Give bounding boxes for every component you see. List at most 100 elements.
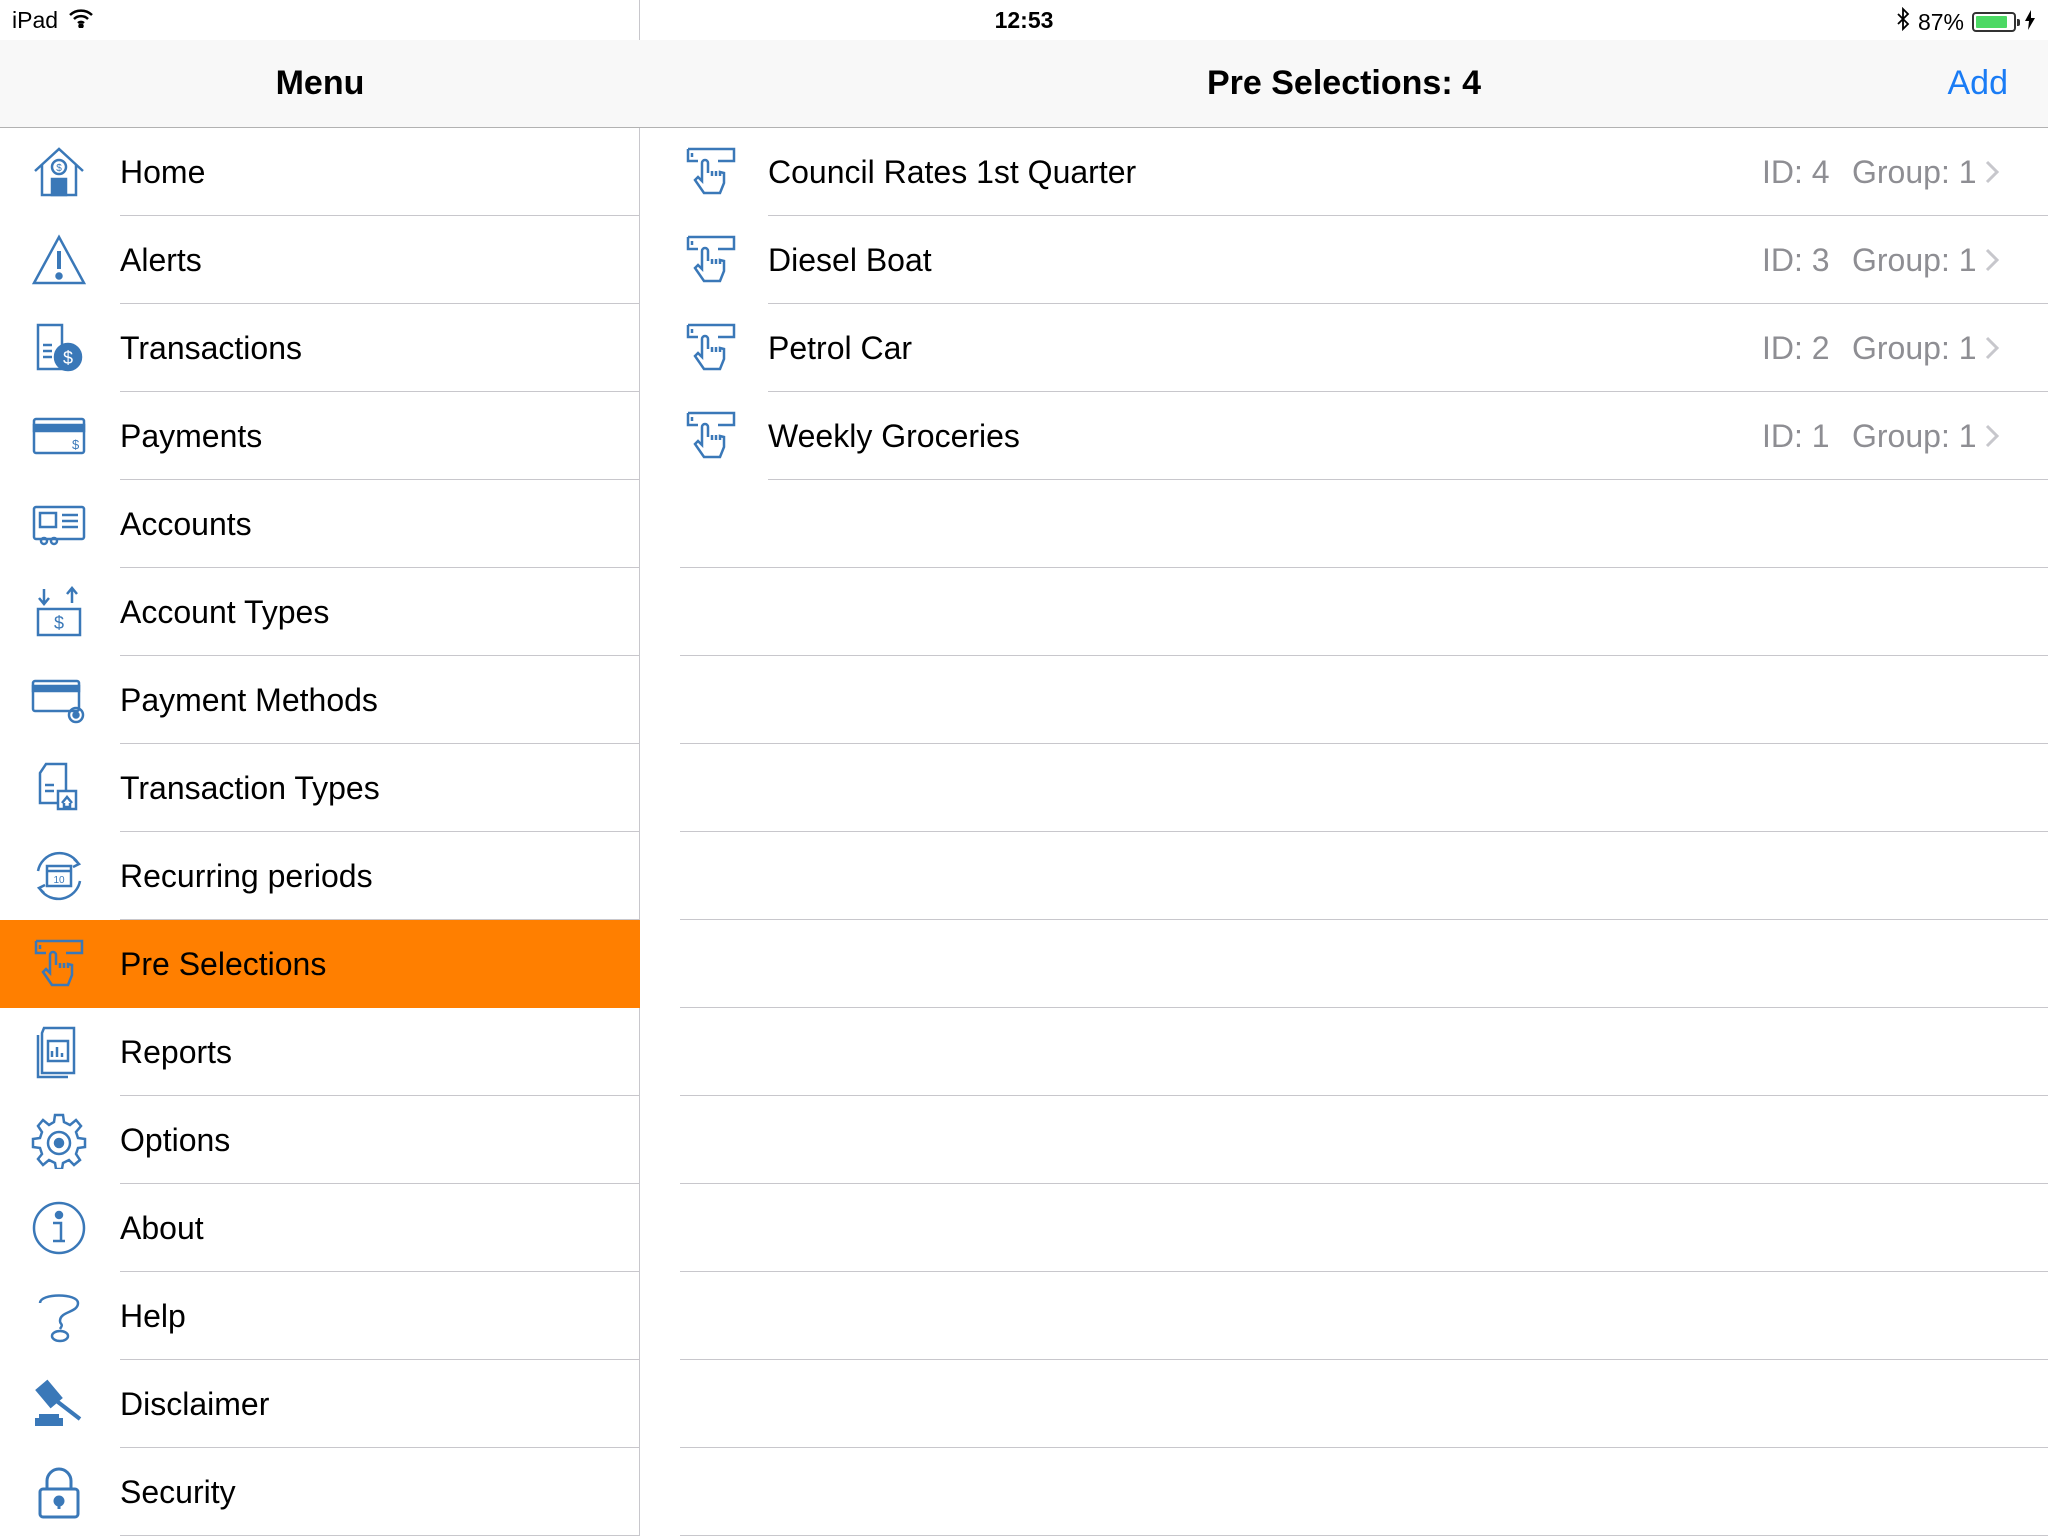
- sidebar-item-security[interactable]: Security: [0, 1448, 640, 1536]
- pre-selection-hand-icon: [680, 141, 742, 203]
- empty-row: [640, 1448, 2048, 1536]
- chevron-right-icon: [1984, 423, 2010, 449]
- sidebar-item-label: Payment Methods: [120, 681, 378, 718]
- empty-row: [640, 1360, 2048, 1448]
- empty-row: [640, 480, 2048, 568]
- sidebar-item-pre-selections[interactable]: Pre Selections: [0, 920, 640, 1008]
- sidebar-item-payments[interactable]: $ Payments: [0, 392, 640, 480]
- sidebar-item-payment-methods[interactable]: Payment Methods: [0, 656, 640, 744]
- sidebar-item-reports[interactable]: Reports: [0, 1008, 640, 1096]
- sidebar-item-disclaimer[interactable]: Disclaimer: [0, 1360, 640, 1448]
- sidebar-item-transaction-types[interactable]: Transaction Types: [0, 744, 640, 832]
- sidebar-item-about[interactable]: About: [0, 1184, 640, 1272]
- sidebar-item-alerts[interactable]: Alerts: [0, 216, 640, 304]
- sidebar-item-label: Account Types: [120, 593, 330, 630]
- sidebar-item-label: Reports: [120, 1033, 233, 1070]
- sidebar-item-label: Pre Selections: [120, 945, 327, 982]
- row-id: ID: 2: [1762, 329, 1830, 366]
- sidebar-navbar: Menu: [0, 40, 640, 128]
- sidebar-item-home[interactable]: $ Home: [0, 128, 640, 216]
- pre-selections-list: Council Rates 1st Quarter ID: 4 Group: 1…: [640, 128, 2048, 1536]
- payment-card-icon: $: [28, 405, 90, 467]
- row-group: Group: 1: [1852, 417, 1977, 454]
- reports-icon: [28, 1021, 90, 1083]
- padlock-icon: [28, 1461, 90, 1523]
- row-group: Group: 1: [1852, 329, 1977, 366]
- accounts-icon: [28, 493, 90, 555]
- chevron-right-icon: [1984, 335, 2010, 361]
- sidebar-item-label: Help: [120, 1297, 186, 1334]
- sidebar-item-accounts[interactable]: Accounts: [0, 480, 640, 568]
- recurring-calendar-icon: 10: [28, 845, 90, 907]
- sidebar-item-label: Disclaimer: [120, 1385, 270, 1422]
- status-time: 12:53: [994, 7, 1054, 33]
- account-types-icon: $: [28, 581, 90, 643]
- row-title: Council Rates 1st Quarter: [768, 153, 1137, 190]
- empty-row: [640, 1096, 2048, 1184]
- pre-selection-hand-icon: [680, 405, 742, 467]
- sidebar-item-label: Transaction Types: [120, 769, 380, 806]
- svg-text:$: $: [63, 348, 73, 368]
- sidebar-item-options[interactable]: Options: [0, 1096, 640, 1184]
- sidebar-item-label: Security: [120, 1473, 236, 1510]
- sidebar-item-label: Alerts: [120, 241, 202, 278]
- sidebar-item-label: About: [120, 1209, 204, 1246]
- pre-selection-hand-icon: [680, 229, 742, 291]
- pre-selection-hand-icon: [680, 317, 742, 379]
- svg-text:10: 10: [53, 875, 65, 886]
- sidebar-item-label: Payments: [120, 417, 263, 454]
- empty-row: [640, 744, 2048, 832]
- list-item[interactable]: Petrol Car ID: 2 Group: 1: [640, 304, 2048, 392]
- row-id: ID: 3: [1762, 241, 1830, 278]
- list-item[interactable]: Diesel Boat ID: 3 Group: 1: [640, 216, 2048, 304]
- battery-percent: 87%: [1917, 8, 1964, 35]
- battery-fill: [1976, 16, 2008, 28]
- row-title: Diesel Boat: [768, 241, 932, 278]
- row-group: Group: 1: [1852, 153, 1977, 190]
- menu-list: $ Home Alerts $ Transactions $ Payments: [0, 128, 640, 1536]
- empty-row: [640, 832, 2048, 920]
- sidebar-title: Menu: [275, 64, 365, 102]
- detail-navbar: Pre Selections: 4 Add: [640, 40, 2048, 128]
- gear-icon: [28, 1109, 90, 1171]
- gavel-icon: [28, 1373, 90, 1435]
- add-button[interactable]: Add: [1948, 64, 2009, 103]
- sidebar-item-label: Home: [120, 153, 206, 190]
- transactions-icon: $: [28, 317, 90, 379]
- empty-row: [640, 656, 2048, 744]
- detail-pane: Pre Selections: 4 Add Council Rates 1st …: [640, 0, 2048, 1536]
- row-id: ID: 1: [1762, 417, 1830, 454]
- transaction-types-icon: [28, 757, 90, 819]
- home-dollar-icon: $: [28, 141, 90, 203]
- chevron-right-icon: [1984, 159, 2010, 185]
- charging-bolt-icon: [2024, 9, 2036, 36]
- svg-text:$: $: [54, 613, 64, 633]
- svg-text:$: $: [56, 163, 62, 174]
- empty-row: [640, 920, 2048, 1008]
- menu-sidebar: Menu $ Home Alerts $ Transactions $ Paym…: [0, 0, 640, 1536]
- sidebar-item-help[interactable]: Help: [0, 1272, 640, 1360]
- sidebar-item-label: Recurring periods: [120, 857, 373, 894]
- sidebar-item-label: Transactions: [120, 329, 302, 366]
- empty-row: [640, 1272, 2048, 1360]
- sidebar-item-account-types[interactable]: $ Account Types: [0, 568, 640, 656]
- empty-row: [640, 1184, 2048, 1272]
- payment-methods-icon: [28, 669, 90, 731]
- sidebar-item-label: Options: [120, 1121, 231, 1158]
- empty-row: [640, 568, 2048, 656]
- info-icon: [28, 1197, 90, 1259]
- row-group: Group: 1: [1852, 241, 1977, 278]
- status-right: 87%: [1896, 6, 2036, 37]
- sidebar-item-label: Accounts: [120, 505, 252, 542]
- list-item[interactable]: Council Rates 1st Quarter ID: 4 Group: 1: [640, 128, 2048, 216]
- row-title: Petrol Car: [768, 329, 913, 366]
- help-question-icon: [28, 1285, 90, 1347]
- row-id: ID: 4: [1762, 153, 1830, 190]
- row-title: Weekly Groceries: [768, 417, 1020, 454]
- bluetooth-icon: [1896, 6, 1910, 37]
- sidebar-item-recurring-periods[interactable]: 10 Recurring periods: [0, 832, 640, 920]
- page-title: Pre Selections: 4: [1206, 64, 1481, 102]
- battery-icon: [1972, 12, 2020, 32]
- sidebar-item-transactions[interactable]: $ Transactions: [0, 304, 640, 392]
- list-item[interactable]: Weekly Groceries ID: 1 Group: 1: [640, 392, 2048, 480]
